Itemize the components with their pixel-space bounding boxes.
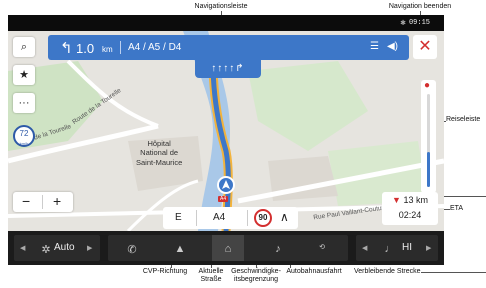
temperature-control[interactable]: ◀ ♩ HI ▶	[356, 235, 438, 261]
speed-limit-sign: 90	[254, 209, 272, 227]
zoom-out-button[interactable]: −	[22, 193, 30, 209]
callout-remaining-route: Verbleibende Strecke	[354, 268, 421, 275]
maneuver-distance: 1.0	[76, 41, 95, 56]
current-road: A4	[213, 212, 226, 223]
road-badge: A4	[218, 196, 229, 202]
road-info-bar: E A4 90 ∧	[163, 207, 298, 229]
chevron-left-icon[interactable]: ◀	[362, 244, 367, 252]
phone-icon[interactable]: ✆	[122, 243, 142, 256]
eta-time: 02:24	[398, 210, 422, 220]
remaining-distance-row: ▼ 13 km	[382, 195, 438, 205]
motorway-exit-icon: ∧	[280, 210, 289, 224]
bluetooth-icon: ✱	[400, 20, 406, 27]
current-speed: 72	[19, 129, 29, 138]
zoom-in-button[interactable]: +	[53, 193, 61, 209]
callout-speed-limit: Geschwindigke- itsbegrenzung	[231, 268, 281, 284]
app-shortcuts: ✆ ▲ ⌂ ♪ ⟲	[108, 235, 348, 261]
trip-info-box[interactable]: ▼ 13 km 02:24	[382, 192, 438, 225]
navigation-icon[interactable]: ▲	[170, 243, 190, 255]
music-icon[interactable]: ♪	[268, 243, 288, 255]
divider	[247, 210, 248, 226]
current-speed-sign: 72 km/h	[13, 125, 35, 147]
location-pin-icon: ▼	[392, 195, 401, 205]
destination-pin-icon: ●	[424, 80, 431, 91]
more-icon: ···	[18, 97, 30, 109]
status-bar: ✱ 09:15	[8, 15, 444, 31]
climate-bar: ◀ ✲ Auto ▶ ✆ ▲ ⌂ ♪ ⟲ ◀ ♩ HI ▶	[8, 231, 444, 265]
chevron-left-icon[interactable]: ◀	[20, 244, 25, 252]
callout-motorway-exit: Autobahnausfahrt	[286, 268, 342, 275]
favorites-button[interactable]: ★	[13, 65, 35, 85]
fan-mode: Auto	[54, 242, 75, 253]
park-area	[248, 61, 368, 151]
speaker-icon[interactable]: ◀)	[387, 41, 398, 52]
clock: 09:15	[408, 19, 430, 27]
callout-travel-bar: Reiseleiste	[446, 116, 481, 123]
cvp-direction: E	[175, 212, 182, 223]
search-button[interactable]: ⌕	[13, 37, 35, 57]
route-name: A4 / A5 / D4	[128, 42, 182, 53]
end-navigation-button[interactable]: ✕	[413, 35, 437, 59]
apps-360-icon[interactable]: ⟲	[312, 243, 332, 251]
fan-icon: ✲	[41, 244, 51, 256]
list-icon[interactable]: ☰	[370, 41, 379, 52]
fan-control[interactable]: ◀ ✲ Auto ▶	[14, 235, 100, 261]
home-icon: ⌂	[224, 243, 232, 255]
poi-label[interactable]: Hôpital National de Saint-Maurice	[136, 139, 182, 167]
progress-fill	[427, 152, 430, 187]
chevron-right-icon[interactable]: ▶	[426, 244, 431, 252]
callout-current-road: Aktuelle Straße	[198, 268, 224, 284]
turn-left-arrow-icon: ↰	[60, 40, 73, 57]
callout-line	[421, 272, 486, 273]
remaining-distance: 13 km	[403, 195, 428, 205]
temperature-icon: ♩	[384, 243, 396, 255]
lane-guidance: ↑↑↑↑↱	[195, 60, 261, 78]
travel-progress-bar: ●	[421, 80, 436, 193]
divider	[120, 41, 121, 54]
search-icon: ⌕	[20, 41, 28, 53]
more-button[interactable]: ···	[13, 93, 35, 113]
maneuver-distance-unit: km	[102, 45, 113, 54]
callout-eta: ETA	[450, 205, 464, 212]
infotainment-screen: ✱ 09:15 Route de la Tourelle Rue de la T…	[8, 15, 444, 265]
navigation-bar[interactable]: ↰ 1.0 km A4 / A5 / D4 ☰ ◀)	[48, 35, 409, 60]
zoom-control: − +	[13, 192, 73, 212]
callout-cvp: CVP-Richtung	[142, 268, 188, 275]
temperature-value: HI	[402, 242, 412, 253]
star-icon: ★	[19, 69, 29, 81]
current-speed-unit: km/h	[19, 141, 29, 146]
divider	[42, 195, 43, 209]
chevron-right-icon[interactable]: ▶	[87, 244, 92, 252]
divider	[196, 210, 197, 226]
